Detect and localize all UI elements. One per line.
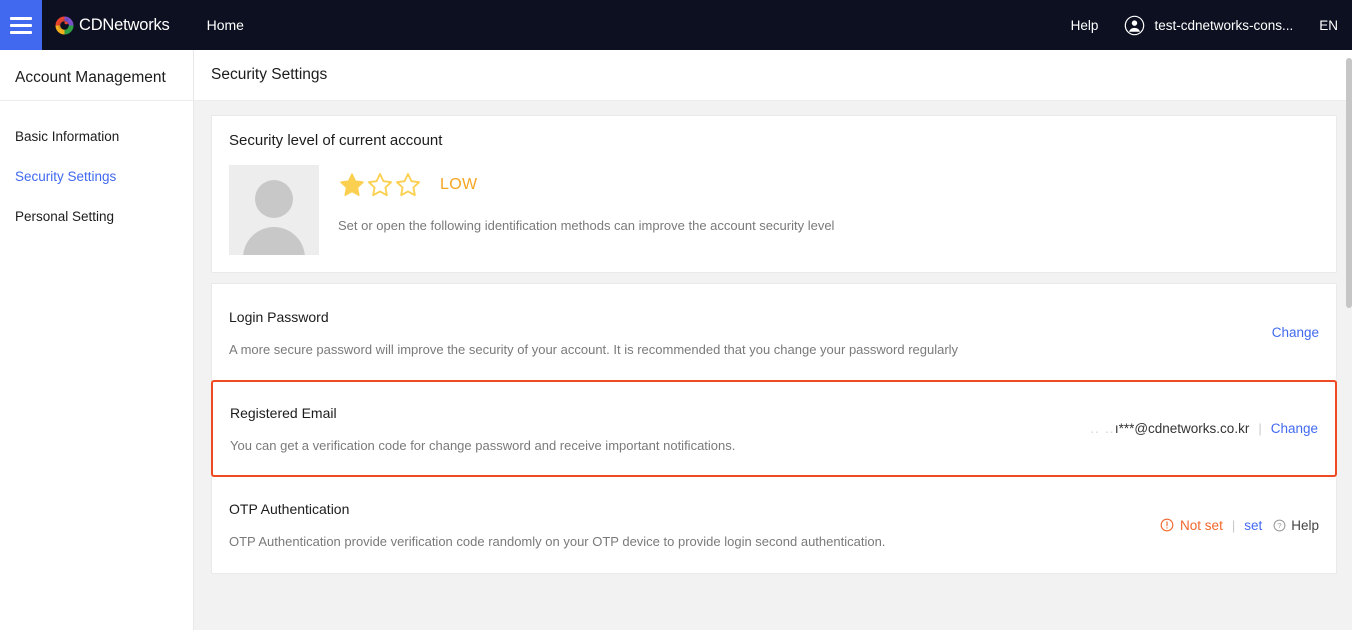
otp-help-label: Help <box>1291 517 1319 533</box>
method-row-otp-authentication: OTP Authentication OTP Authentication pr… <box>212 476 1336 573</box>
method-title: OTP Authentication <box>229 501 350 517</box>
brand-name-label: CDNetworks <box>79 15 170 34</box>
page-header: Security Settings <box>194 50 1352 101</box>
sidebar-item-label: Personal Setting <box>15 209 115 224</box>
user-menu-button[interactable]: test-cdnetworks-cons... <box>1124 15 1293 36</box>
method-text-group: Registered Email You can get a verificat… <box>230 405 1090 453</box>
svg-text:?: ? <box>1278 521 1282 530</box>
sidebar-nav-list: Basic Information Security Settings Pers… <box>0 101 193 237</box>
security-level-hint: Set or open the following identification… <box>338 218 835 233</box>
sidebar-title: Account Management <box>0 50 193 101</box>
security-level-rating: LOW <box>338 171 834 199</box>
set-otp-link[interactable]: set <box>1244 518 1262 533</box>
hamburger-icon-line <box>10 23 32 27</box>
user-circle-icon <box>1125 15 1145 35</box>
top-navigation-right-group: Help test-cdnetworks-cons... EN <box>1071 15 1352 36</box>
vertical-scrollbar-thumb[interactable] <box>1346 58 1352 308</box>
otp-status-badge: Not set <box>1160 518 1223 533</box>
action-separator: | <box>1231 517 1236 533</box>
security-level-details: LOW Set or open the following identifica… <box>338 165 834 233</box>
sidebar: Account Management Basic Information Sec… <box>0 50 194 630</box>
change-email-link[interactable]: Change <box>1271 421 1318 436</box>
email-masked-prefix: ‥ ‥ <box>1090 420 1115 436</box>
sidebar-item-security-settings[interactable]: Security Settings <box>0 157 193 197</box>
change-password-link[interactable]: Change <box>1272 325 1319 340</box>
warning-circle-icon <box>1160 518 1174 532</box>
method-actions: ‥ ‥ ı***@cdnetworks.co.kr | Change <box>1090 421 1318 437</box>
registered-email-value: ı***@cdnetworks.co.kr <box>1114 421 1250 436</box>
method-text-group: Login Password A more secure password wi… <box>229 309 1272 357</box>
sidebar-item-basic-information[interactable]: Basic Information <box>0 117 193 157</box>
method-row-login-password: Login Password A more secure password wi… <box>212 284 1336 381</box>
vertical-scrollbar[interactable] <box>1346 50 1352 630</box>
method-row-registered-email[interactable]: Registered Email You can get a verificat… <box>211 380 1337 477</box>
star-filled-icon <box>340 173 364 196</box>
otp-status-label: Not set <box>1180 517 1223 533</box>
language-selector[interactable]: EN <box>1319 18 1338 33</box>
sidebar-item-label: Basic Information <box>15 129 120 144</box>
avatar-body-shape <box>243 227 305 255</box>
nav-item-home[interactable]: Home <box>207 17 244 33</box>
hamburger-icon-line <box>10 30 32 34</box>
method-description: A more secure password will improve the … <box>229 341 959 357</box>
cdnetworks-logo-icon <box>55 15 74 35</box>
method-actions: Not set | set ? Help <box>1160 518 1319 533</box>
avatar-head-shape <box>255 180 293 218</box>
sidebar-item-personal-setting[interactable]: Personal Setting <box>0 197 193 237</box>
top-navigation-bar: CDNetworks Home Help test-cdnetworks-con… <box>0 0 1352 50</box>
security-level-body: LOW Set or open the following identifica… <box>229 165 1336 255</box>
user-placeholder-avatar <box>229 165 319 255</box>
method-title: Login Password <box>229 308 329 325</box>
sidebar-item-label: Security Settings <box>15 169 117 184</box>
horizontal-scrollbar[interactable] <box>194 624 1352 630</box>
security-level-heading: Security level of current account <box>229 132 443 149</box>
main-content-area: Security Settings Security level of curr… <box>194 50 1352 630</box>
question-circle-icon: ? <box>1273 519 1286 531</box>
star-empty-icon <box>367 173 393 197</box>
method-title: Registered Email <box>230 404 337 421</box>
security-level-label: LOW <box>440 176 478 193</box>
action-separator: | <box>1258 421 1262 436</box>
hamburger-icon-line <box>10 16 32 20</box>
user-name-label: test-cdnetworks-cons... <box>1154 17 1294 33</box>
method-description: You can get a verification code for chan… <box>230 437 736 453</box>
method-description: OTP Authentication provide verification … <box>229 534 886 549</box>
nav-item-help[interactable]: Help <box>1071 18 1099 33</box>
method-actions: Change <box>1272 325 1319 340</box>
hamburger-menu-button[interactable] <box>0 0 42 50</box>
security-level-card: Security level of current account LOW Se… <box>211 115 1337 273</box>
security-methods-card: Login Password A more secure password wi… <box>211 283 1337 574</box>
brand-logo-group[interactable]: CDNetworks <box>55 16 170 35</box>
page-title: Security Settings <box>211 66 328 83</box>
otp-help-button[interactable]: ? Help <box>1273 518 1319 533</box>
method-text-group: OTP Authentication OTP Authentication pr… <box>229 501 1160 549</box>
star-empty-icon <box>395 173 421 197</box>
content-wrapper: Security level of current account LOW Se… <box>194 101 1352 574</box>
